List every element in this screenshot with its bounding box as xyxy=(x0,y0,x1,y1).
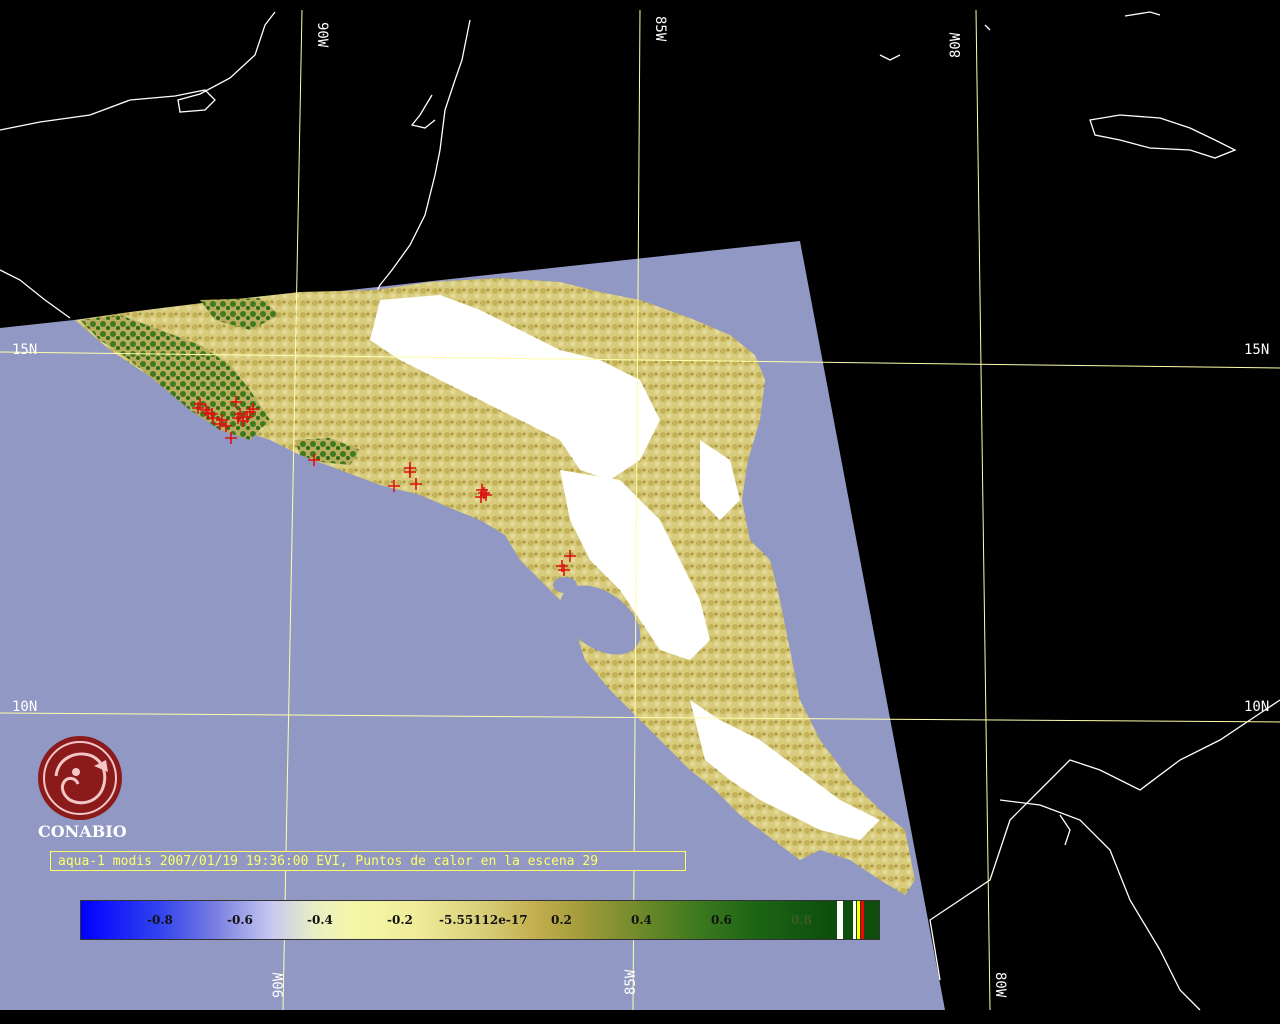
colorbar-tick: 0.2 xyxy=(551,913,572,927)
colorbar-swatch-white xyxy=(853,901,856,939)
grid-label-top-85w: 85W xyxy=(652,16,668,42)
colorbar-tick: 0.6 xyxy=(711,913,732,927)
colorbar-tick: -0.2 xyxy=(387,913,413,927)
colorbar-swatch-cloud xyxy=(837,901,843,939)
grid-label-bottom-80w: 80W xyxy=(992,972,1008,998)
grid-label-left-15n: 15N xyxy=(12,342,37,358)
evi-colorbar: -0.8 -0.6 -0.4 -0.2 -5.55112e-17 0.2 0.4… xyxy=(80,900,880,940)
colorbar-tick: -0.6 xyxy=(227,913,253,927)
grid-label-bottom-85w: 85W xyxy=(623,969,639,995)
colorbar-tick: -0.8 xyxy=(147,913,173,927)
grid-label-bottom-90w: 90W xyxy=(271,972,287,998)
colorbar-tick: 0.8 xyxy=(791,913,812,927)
colorbar-swatch-red xyxy=(861,901,864,939)
colorbar-tick: 0.4 xyxy=(631,913,652,927)
scene-caption: aqua-1 modis 2007/01/19 19:36:00 EVI, Pu… xyxy=(50,851,686,871)
colorbar-tick: -5.55112e-17 xyxy=(439,913,528,927)
grid-label-right-10n: 10N xyxy=(1244,699,1269,715)
grid-label-left-10n: 10N xyxy=(12,699,37,715)
colorbar-tick: -0.4 xyxy=(307,913,333,927)
grid-label-top-80w: 80W xyxy=(948,32,964,58)
grid-label-right-15n: 15N xyxy=(1244,342,1269,358)
colorbar-swatch-yellow xyxy=(857,901,860,939)
conabio-logo-icon xyxy=(38,736,122,820)
conabio-name: CONABIO xyxy=(38,822,127,841)
grid-label-top-90w: 90W xyxy=(314,22,330,48)
